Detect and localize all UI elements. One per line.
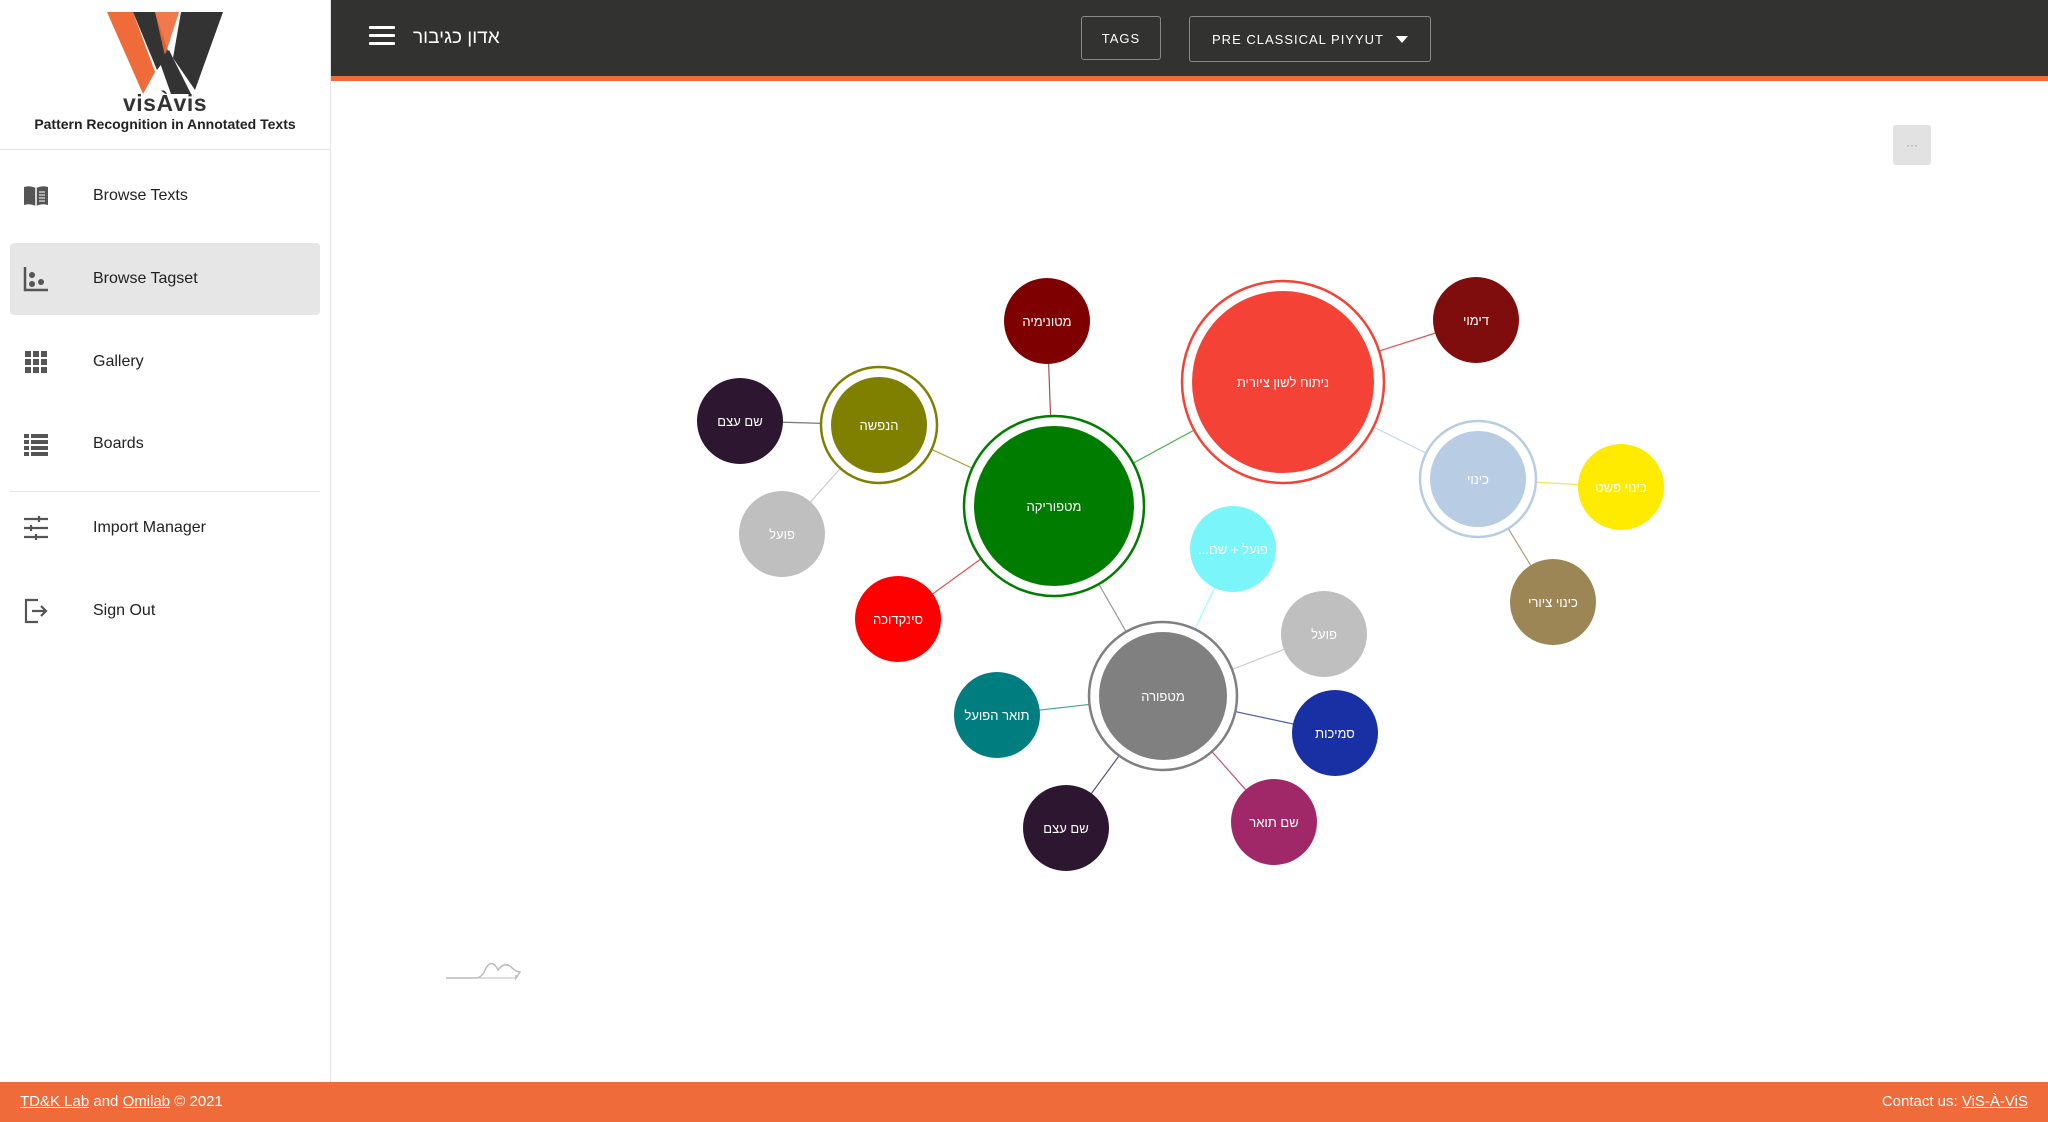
node-label: מטונימיה [1022, 314, 1071, 329]
graph-node-poal-shem[interactable]: פועל + שם... [1190, 506, 1276, 592]
graph-node-metaforika[interactable]: מטפוריקה [962, 414, 1146, 598]
graph-node-metonimia[interactable]: מטונימיה [1004, 278, 1090, 364]
contact-label: Contact us: [1881, 1093, 1958, 1110]
node-label: כינוי ציורי [1528, 595, 1578, 610]
graph-node-smichut[interactable]: סמיכות [1292, 690, 1378, 776]
node-label: הנפשה [860, 418, 899, 433]
node-label: שם עצם [1043, 821, 1088, 836]
graph-node-poal-1[interactable]: פועל [739, 491, 825, 577]
node-label: מטפוריקה [1027, 499, 1082, 514]
graph-node-metafora[interactable]: מטפורה [1087, 620, 1239, 772]
footer-copyright: © 2021 [174, 1093, 223, 1110]
graph-node-shem-toar[interactable]: שם תואר [1231, 779, 1317, 865]
more-options-button[interactable]: ··· [1893, 125, 1931, 165]
node-label: סמיכות [1315, 726, 1355, 741]
footer-and: and [93, 1093, 119, 1110]
graph-node-toar-hapoal[interactable]: תואר הפועל [954, 672, 1040, 758]
footer-contact: Contact us: ViS-À-ViS [1882, 1093, 2028, 1110]
node-label: סינקדוכה [873, 612, 923, 627]
node-label: ניתוח לשון ציורית [1237, 375, 1329, 390]
node-label: דימוי [1463, 313, 1489, 328]
node-label: שם עצם [717, 414, 762, 429]
node-label: מטפורה [1141, 689, 1185, 704]
graph-node-kinui[interactable]: כינוי [1418, 419, 1538, 539]
contact-link[interactable]: ViS-À-ViS [1962, 1093, 2028, 1110]
graph-node-poal-2[interactable]: פועל [1281, 591, 1367, 677]
graph-node-dimui[interactable]: דימוי [1433, 277, 1519, 363]
graph-node-nituach[interactable]: ניתוח לשון ציורית [1180, 279, 1386, 485]
footer-credits: TD&K Lab and Omilab © 2021 [20, 1093, 223, 1110]
graph-nodes: ניתוח לשון ציורית דימוי כינוי כינוי פשט כינו… [697, 277, 1664, 871]
graph-node-shem-etzem-1[interactable]: שם עצם [697, 378, 783, 464]
footer: TD&K Lab and Omilab © 2021 Contact us: V… [0, 1082, 2048, 1122]
graph-node-kinui-tziuri[interactable]: כינוי ציורי [1510, 559, 1596, 645]
graph-node-shem-etzem-2[interactable]: שם עצם [1023, 785, 1109, 871]
omilab-link[interactable]: Omilab [123, 1093, 171, 1110]
node-label: פועל [769, 527, 795, 542]
node-label: פועל [1311, 627, 1337, 642]
graph-node-kinui-pashut[interactable]: כינוי פשט [1578, 444, 1664, 530]
node-label: כינוי [1467, 472, 1489, 487]
graph-node-sinekdocha[interactable]: סינקדוכה [855, 576, 941, 662]
td-k-lab-link[interactable]: TD&K Lab [20, 1093, 89, 1110]
node-label: פועל + שם... [1198, 542, 1268, 557]
graph-node-hanfasha[interactable]: הנפשה [819, 365, 939, 485]
density-sparkline-icon [446, 962, 522, 981]
tag-graph: ניתוח לשון ציורית דימוי כינוי כינוי פשט כינו… [446, 277, 1664, 981]
node-label: כינוי פשט [1595, 480, 1647, 495]
node-label: תואר הפועל [964, 708, 1029, 723]
node-label: שם תואר [1249, 815, 1298, 830]
